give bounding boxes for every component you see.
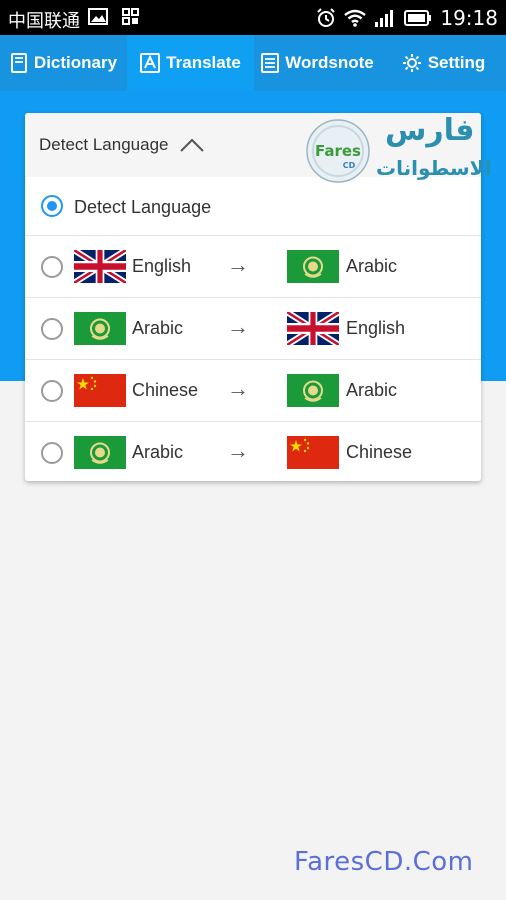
- arrow-right-icon: →: [227, 438, 249, 463]
- main-tab-bar: Dictionary Translate Wordsnote Setting: [0, 35, 506, 91]
- target-language-label: Chinese: [346, 442, 413, 462]
- status-bar: 中国联通 19:18: [0, 0, 506, 35]
- radio-button-checked[interactable]: [41, 195, 63, 217]
- watermark-arabic-title: فارس: [385, 113, 475, 148]
- gallery-notification-icon: [88, 8, 108, 25]
- gear-icon: [402, 54, 421, 72]
- source-language-label: Chinese: [132, 380, 199, 400]
- tab-setting-label: Setting: [427, 53, 486, 72]
- arab-league-flag-icon: [287, 250, 339, 283]
- language-option-arabic-english[interactable]: Arabic → English: [25, 297, 481, 359]
- tab-dictionary[interactable]: Dictionary: [0, 35, 127, 91]
- radio-button[interactable]: [41, 256, 63, 278]
- svg-text:Fares: Fares: [315, 142, 361, 160]
- source-language-label: Arabic: [132, 318, 184, 338]
- svg-text:CD: CD: [343, 161, 356, 170]
- radio-button[interactable]: [41, 318, 63, 340]
- language-option-arabic-chinese[interactable]: Arabic → Chinese: [25, 421, 481, 481]
- tab-setting[interactable]: Setting: [381, 35, 506, 91]
- option-label: Detect Language: [74, 197, 212, 217]
- radio-button[interactable]: [41, 442, 63, 464]
- tab-translate[interactable]: Translate: [127, 35, 254, 91]
- target-language-label: English: [346, 318, 406, 338]
- selected-language-label: Detect Language: [39, 135, 169, 154]
- china-flag-icon: [287, 436, 339, 469]
- target-language-label: Arabic: [346, 256, 398, 276]
- target-language-label: Arabic: [346, 380, 398, 400]
- tab-translate-label: Translate: [166, 53, 241, 72]
- footer-watermark: FaresCD.Com: [294, 847, 474, 877]
- arrow-right-icon: →: [227, 252, 249, 277]
- language-option-chinese-arabic[interactable]: Chinese → Arabic: [25, 359, 481, 421]
- alarm-icon: [317, 8, 336, 27]
- arab-league-flag-icon: [74, 436, 126, 469]
- arab-league-flag-icon: [287, 374, 339, 407]
- source-language-label: English: [132, 256, 192, 276]
- language-option-english-arabic[interactable]: English → Arabic: [25, 235, 481, 297]
- watermark-arabic-subtitle: الاسطوانات: [376, 156, 492, 180]
- arrow-right-icon: →: [227, 376, 249, 401]
- arab-league-flag-icon: [74, 312, 126, 345]
- language-option-detect[interactable]: Detect Language: [25, 177, 481, 235]
- china-flag-icon: [74, 374, 126, 407]
- battery-icon: [404, 10, 432, 26]
- chevron-up-icon: [179, 138, 204, 152]
- uk-flag-icon: [74, 250, 126, 283]
- clock-time: 19:18: [440, 6, 498, 30]
- wifi-icon: [344, 9, 367, 27]
- tab-wordsnote-label: Wordsnote: [285, 53, 374, 72]
- radio-button[interactable]: [41, 380, 63, 402]
- source-language-label: Arabic: [132, 442, 184, 462]
- carrier-name: 中国联通: [8, 11, 80, 32]
- notebook-icon: [261, 53, 280, 73]
- tab-wordsnote[interactable]: Wordsnote: [254, 35, 381, 91]
- qr-code-icon: [122, 8, 139, 25]
- tab-dictionary-label: Dictionary: [33, 53, 118, 72]
- arrow-right-icon: →: [227, 314, 249, 339]
- translate-icon: [140, 53, 161, 73]
- book-icon: [10, 53, 27, 73]
- uk-flag-icon: [287, 312, 339, 345]
- signal-icon: [375, 10, 394, 27]
- fares-cd-logo: Fares CD: [306, 119, 370, 183]
